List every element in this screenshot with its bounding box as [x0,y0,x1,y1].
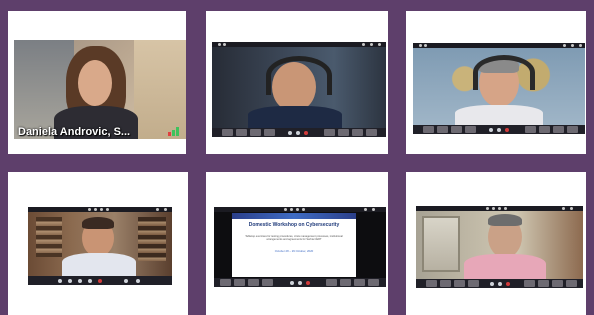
microphone-icon[interactable] [288,131,292,135]
meeting-toolbar-top [214,207,386,212]
camera-icon[interactable] [296,131,300,135]
camera-icon[interactable] [68,279,72,283]
screen-share-feed[interactable]: Domestic Workshop on Cybersecurity Table… [214,207,386,287]
participant-hair [488,214,522,226]
tile-5[interactable]: Domestic Workshop on Cybersecurity Table… [206,172,388,315]
slide-banner [232,213,356,219]
participant-body [464,254,546,279]
participant-body [248,106,342,128]
slide-date: October 28 – 29 October, 2020 [274,249,314,253]
tile-3[interactable] [406,11,586,154]
slide-title: Domestic Workshop on Cybersecurity [248,222,340,228]
tile-1[interactable]: Daniela Androvic, S... [8,11,186,154]
camera-icon[interactable] [497,128,501,132]
participant-hair [82,217,114,229]
participant-body [455,105,543,125]
leave-call-icon[interactable] [506,282,510,286]
tile-2[interactable] [206,11,388,154]
leave-call-icon[interactable] [306,281,310,285]
participant-strip[interactable] [413,125,585,134]
tile-4[interactable] [8,172,188,315]
tile-6[interactable] [406,172,586,315]
participant-name-label: Daniela Androvic, S... [18,126,131,138]
microphone-icon[interactable] [290,281,294,285]
headphones-icon [473,55,535,90]
participant-face [78,60,112,106]
presentation-slide: Domestic Workshop on Cybersecurity Table… [232,213,356,277]
participants-icon[interactable] [88,279,92,283]
headphones-icon [266,56,332,95]
camera-icon[interactable] [498,282,502,286]
leave-call-icon[interactable] [98,279,102,283]
share-screen-icon[interactable] [78,279,82,283]
video-feed[interactable] [413,43,585,134]
slide-subtitle: Tabletop exercises for testing procedure… [245,235,343,241]
audio-level-icon [168,127,182,136]
participant-strip[interactable] [214,278,386,287]
video-feed[interactable] [416,206,583,288]
microphone-icon[interactable] [58,279,62,283]
camera-icon[interactable] [298,281,302,285]
microphone-icon[interactable] [489,128,493,132]
participant-strip[interactable] [416,279,583,288]
video-feed[interactable] [212,42,386,137]
video-feed[interactable]: Daniela Androvic, S... [14,40,186,139]
video-feed[interactable] [28,207,172,285]
meeting-controls[interactable] [28,276,172,285]
leave-call-icon[interactable] [505,128,509,132]
leave-call-icon[interactable] [304,131,308,135]
participant-strip[interactable] [212,128,386,137]
microphone-icon[interactable] [490,282,494,286]
participant-body [62,253,136,276]
video-conference-gallery: { "participants": [ {"tile": 1, "name_la… [0,0,594,315]
